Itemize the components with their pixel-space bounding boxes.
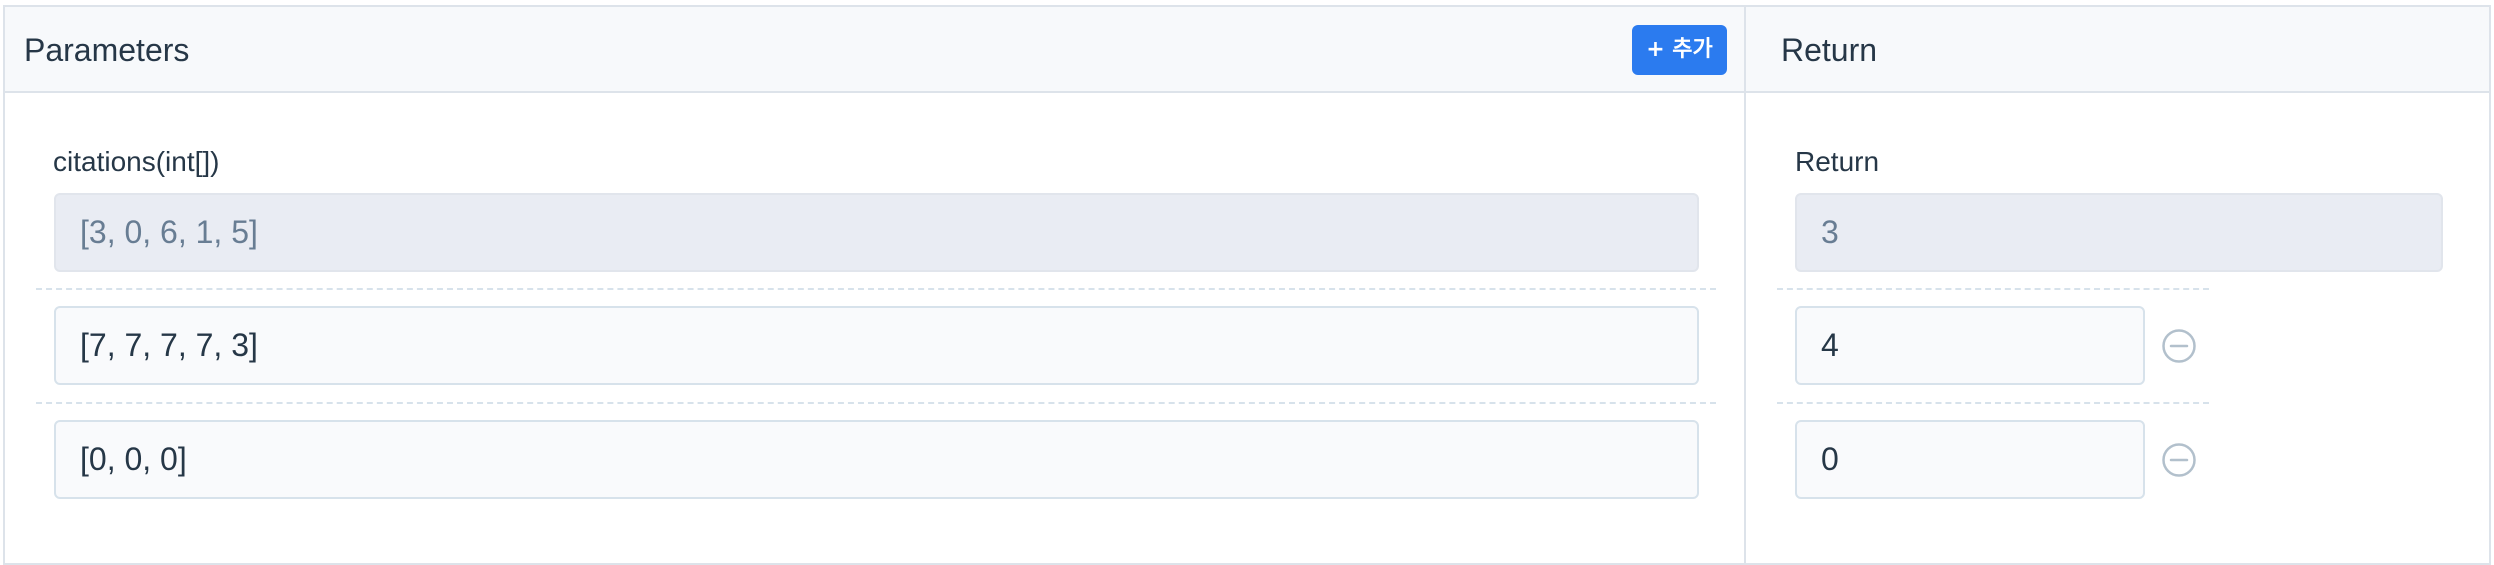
add-test-case-button[interactable]: + 추가 [1632, 25, 1727, 75]
return-field-label: Return [1795, 146, 1880, 177]
return-input-row-3[interactable] [1795, 420, 2145, 499]
row-divider [1777, 402, 2209, 404]
minus-circle-icon[interactable] [2161, 442, 2197, 478]
row-divider [36, 288, 1716, 290]
param-input-row-3[interactable] [54, 420, 1699, 499]
param-input-row-2[interactable] [54, 306, 1699, 385]
return-input-row-2[interactable] [1795, 306, 2145, 385]
test-case-editor: Parameters + 추가 citations(int[]) Return … [3, 5, 2491, 565]
row-divider [1777, 288, 2209, 290]
minus-circle-icon[interactable] [2161, 328, 2197, 364]
return-title: Return [1781, 32, 1878, 68]
param-label-citations: citations(int[]) [53, 146, 220, 177]
return-input-row-1 [1795, 193, 2443, 272]
row-divider [36, 402, 1716, 404]
return-panel: Return Return [1746, 7, 2489, 563]
param-input-row-1 [54, 193, 1699, 272]
return-header: Return [1746, 7, 2489, 93]
parameters-panel: Parameters + 추가 citations(int[]) [5, 7, 1746, 563]
parameters-header: Parameters + 추가 [5, 7, 1744, 93]
parameters-title: Parameters [24, 32, 190, 68]
